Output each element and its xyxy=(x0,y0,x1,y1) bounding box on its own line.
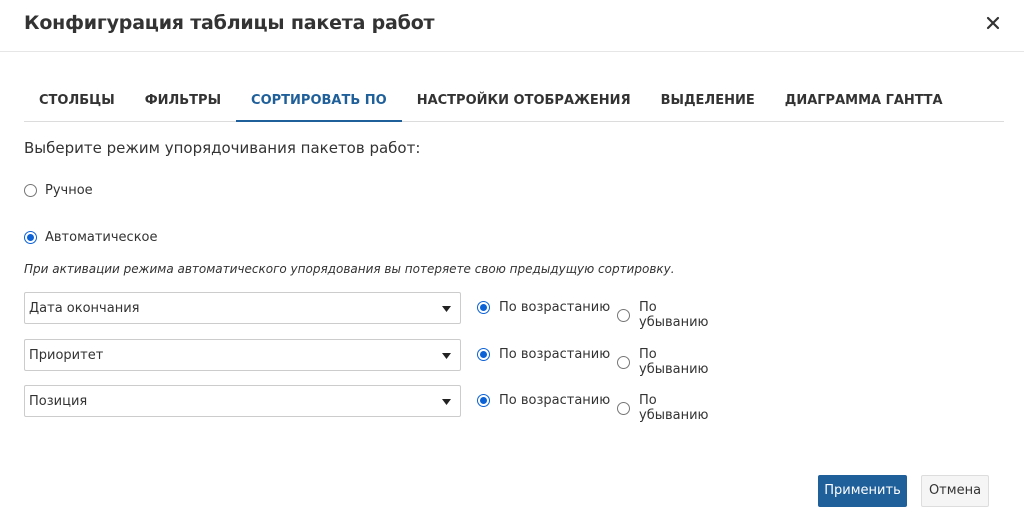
sort-desc-label: По убыванию xyxy=(639,393,709,423)
tab-bar: СТОЛБЦЫ ФИЛЬТРЫ СОРТИРОВАТЬ ПО НАСТРОЙКИ… xyxy=(24,80,1004,122)
sort-criterion-row: Приоритет По возрастанию По убыванию xyxy=(24,339,724,377)
sort-desc-radio[interactable] xyxy=(617,355,630,369)
sort-field-select[interactable]: Позиция xyxy=(24,385,461,417)
triangle-down-icon xyxy=(442,353,451,359)
sort-asc-radio[interactable] xyxy=(477,348,490,361)
mode-manual-radio[interactable] xyxy=(24,184,37,197)
close-button[interactable] xyxy=(982,12,1004,34)
sort-criterion-row: Дата окончания По возрастанию По убывани… xyxy=(24,292,724,330)
sort-asc-option[interactable]: По возрастанию xyxy=(477,300,610,315)
tab-display-settings[interactable]: НАСТРОЙКИ ОТОБРАЖЕНИЯ xyxy=(402,80,646,122)
triangle-down-icon xyxy=(442,399,451,405)
tab-columns[interactable]: СТОЛБЦЫ xyxy=(24,80,130,122)
sort-criterion-row: Позиция По возрастанию По убыванию xyxy=(24,385,724,423)
sort-desc-option[interactable]: По убыванию xyxy=(617,393,724,423)
tab-filters[interactable]: ФИЛЬТРЫ xyxy=(130,80,236,122)
sort-asc-option[interactable]: По возрастанию xyxy=(477,393,610,408)
close-icon xyxy=(986,16,1000,30)
mode-auto-radio[interactable] xyxy=(24,231,37,244)
triangle-down-icon xyxy=(442,306,451,312)
sort-field-select[interactable]: Дата окончания xyxy=(24,292,461,324)
sort-asc-label: По возрастанию xyxy=(499,300,611,315)
dialog-title: Конфигурация таблицы пакета работ xyxy=(24,12,435,34)
tab-sort-by[interactable]: СОРТИРОВАТЬ ПО xyxy=(236,80,402,122)
sort-field-value: Приоритет xyxy=(29,348,104,363)
sort-desc-option[interactable]: По убыванию xyxy=(617,300,724,330)
sort-desc-radio[interactable] xyxy=(617,308,630,322)
apply-button[interactable]: Применить xyxy=(818,475,907,507)
sort-asc-radio[interactable] xyxy=(477,301,490,314)
sort-desc-label: По убыванию xyxy=(639,300,709,330)
tab-highlighting[interactable]: ВЫДЕЛЕНИЕ xyxy=(646,80,770,122)
sort-field-value: Позиция xyxy=(29,394,88,409)
sort-mode-prompt: Выберите режим упорядочивания пакетов ра… xyxy=(24,139,421,157)
config-dialog: Конфигурация таблицы пакета работ СТОЛБЦ… xyxy=(0,0,1024,528)
mode-manual-option[interactable]: Ручное xyxy=(24,183,93,198)
sort-asc-option[interactable]: По возрастанию xyxy=(477,347,610,362)
sort-desc-radio[interactable] xyxy=(617,401,630,415)
sort-asc-label: По возрастанию xyxy=(499,393,611,408)
sort-field-select[interactable]: Приоритет xyxy=(24,339,461,371)
sort-field-value: Дата окончания xyxy=(29,301,140,316)
tab-gantt-chart[interactable]: ДИАГРАММА ГАНТТА xyxy=(770,80,958,122)
sort-asc-label: По возрастанию xyxy=(499,347,611,362)
cancel-button[interactable]: Отмена xyxy=(921,475,989,507)
sort-asc-radio[interactable] xyxy=(477,394,490,407)
sort-desc-label: По убыванию xyxy=(639,347,709,377)
mode-auto-option[interactable]: Автоматическое xyxy=(24,230,158,245)
mode-manual-label: Ручное xyxy=(45,183,93,198)
sort-desc-option[interactable]: По убыванию xyxy=(617,347,724,377)
auto-mode-warning: При активации режима автоматического упо… xyxy=(24,262,675,276)
dialog-header: Конфигурация таблицы пакета работ xyxy=(0,0,1024,52)
mode-auto-label: Автоматическое xyxy=(45,230,158,245)
